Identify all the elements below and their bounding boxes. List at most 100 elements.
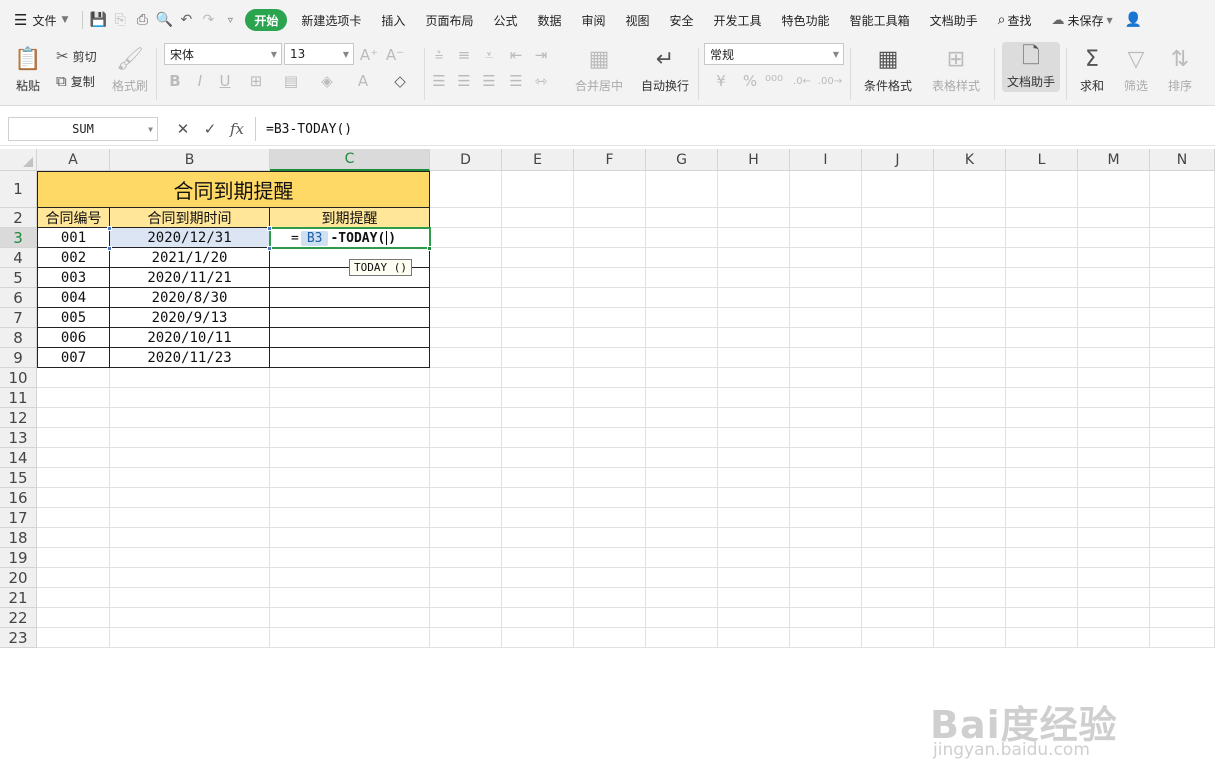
- row-header-16[interactable]: 16: [0, 488, 37, 508]
- column-header-d[interactable]: D: [430, 149, 502, 171]
- tab-formulas[interactable]: 公式: [483, 7, 527, 33]
- increase-font-button[interactable]: A⁺: [360, 45, 378, 65]
- spreadsheet-grid[interactable]: ABCDEFGHIJKLMN 1 2 3 4 5 6 7 8 9 10 11 12 13 14 15 16 17…: [0, 149, 1215, 760]
- contract-id-cell[interactable]: 004: [37, 288, 110, 308]
- decrease-font-button[interactable]: A⁻: [386, 45, 404, 65]
- align-bottom-button[interactable]: ⩡: [480, 45, 498, 65]
- increase-decimal-button[interactable]: .0←: [790, 71, 814, 91]
- sort-button[interactable]: ⇅ 排序: [1160, 44, 1200, 94]
- border-button[interactable]: ⊞: [243, 71, 269, 91]
- header-contract-id[interactable]: 合同编号: [37, 208, 110, 228]
- row-header-3[interactable]: 3: [0, 228, 37, 248]
- row-header-20[interactable]: 20: [0, 568, 37, 588]
- row-header-15[interactable]: 15: [0, 468, 37, 488]
- row-header-13[interactable]: 13: [0, 428, 37, 448]
- column-header-h[interactable]: H: [718, 149, 790, 171]
- expiry-date-cell[interactable]: 2020/12/31: [110, 228, 270, 248]
- number-format-select[interactable]: 常规 ▼: [704, 43, 844, 65]
- column-header-m[interactable]: M: [1078, 149, 1150, 171]
- decrease-decimal-button[interactable]: .00→: [818, 71, 842, 91]
- increase-indent-button[interactable]: ⇥: [532, 45, 550, 65]
- row-header-6[interactable]: 6: [0, 288, 37, 308]
- row-header-19[interactable]: 19: [0, 548, 37, 568]
- expiry-date-cell[interactable]: 2020/11/21: [110, 268, 270, 288]
- contract-id-cell[interactable]: 005: [37, 308, 110, 328]
- name-box[interactable]: SUM ▼: [8, 117, 158, 141]
- clear-button[interactable]: ◇: [386, 71, 414, 91]
- doc-assistant-button[interactable]: 🗋 文档助手: [1002, 42, 1060, 92]
- row-header-1[interactable]: 1: [0, 171, 37, 208]
- column-header-f[interactable]: F: [574, 149, 646, 171]
- tab-review[interactable]: 审阅: [571, 7, 615, 33]
- sheet-title[interactable]: 合同到期提醒: [37, 171, 430, 208]
- column-header-n[interactable]: N: [1150, 149, 1215, 171]
- contract-id-cell[interactable]: 003: [37, 268, 110, 288]
- confirm-icon[interactable]: ✓: [199, 118, 221, 140]
- row-header-18[interactable]: 18: [0, 528, 37, 548]
- file-menu[interactable]: ☰ 文件 ▼: [0, 7, 78, 33]
- column-header-c[interactable]: C: [270, 149, 430, 171]
- print-preview-icon[interactable]: 🔍: [153, 9, 175, 31]
- column-header-a[interactable]: A: [37, 149, 110, 171]
- header-expiry-date[interactable]: 合同到期时间: [110, 208, 270, 228]
- expiry-reminder-cell[interactable]: [270, 308, 430, 328]
- expiry-date-cell[interactable]: 2020/9/13: [110, 308, 270, 328]
- row-header-14[interactable]: 14: [0, 448, 37, 468]
- select-all-corner[interactable]: [0, 149, 37, 171]
- format-painter-button[interactable]: 🖌 格式刷: [108, 44, 152, 94]
- row-header-2[interactable]: 2: [0, 208, 37, 228]
- align-middle-button[interactable]: ≡: [455, 45, 473, 65]
- export-icon[interactable]: ⎘: [109, 9, 131, 31]
- paste-button[interactable]: 📋 粘贴: [8, 44, 48, 94]
- column-header-g[interactable]: G: [646, 149, 718, 171]
- bold-button[interactable]: B: [166, 71, 184, 91]
- expiry-date-cell[interactable]: 2020/8/30: [110, 288, 270, 308]
- row-header-12[interactable]: 12: [0, 408, 37, 428]
- row-header-17[interactable]: 17: [0, 508, 37, 528]
- expiry-date-cell[interactable]: 2021/1/20: [110, 248, 270, 268]
- formula-input[interactable]: =B3-TODAY(): [255, 117, 1215, 141]
- row-header-23[interactable]: 23: [0, 628, 37, 648]
- font-size-select[interactable]: 13 ▼: [284, 43, 354, 65]
- font-name-select[interactable]: 宋体 ▼: [164, 43, 282, 65]
- contract-id-cell[interactable]: 007: [37, 348, 110, 368]
- tab-page-layout[interactable]: 页面布局: [415, 7, 483, 33]
- reference-handle[interactable]: [107, 226, 112, 231]
- currency-button[interactable]: ¥: [708, 71, 734, 91]
- align-right-button[interactable]: ☰: [480, 71, 498, 91]
- column-header-l[interactable]: L: [1006, 149, 1078, 171]
- row-header-21[interactable]: 21: [0, 588, 37, 608]
- decrease-indent-button[interactable]: ⇤: [507, 45, 525, 65]
- justify-button[interactable]: ☰: [507, 71, 525, 91]
- search-button[interactable]: ⌕ 查找: [988, 7, 1042, 33]
- expiry-reminder-cell[interactable]: [270, 328, 430, 348]
- fill-handle[interactable]: [427, 246, 432, 251]
- row-header-8[interactable]: 8: [0, 328, 37, 348]
- editing-cell-c3[interactable]: = B3 -TODAY( ): [269, 227, 431, 249]
- row-header-7[interactable]: 7: [0, 308, 37, 328]
- contract-id-cell[interactable]: 006: [37, 328, 110, 348]
- wrap-text-button[interactable]: ↵ 自动换行: [638, 44, 692, 94]
- tab-developer[interactable]: 开发工具: [704, 7, 772, 33]
- redo-icon[interactable]: ↷: [197, 9, 219, 31]
- merge-center-button[interactable]: ▦ 合并居中: [566, 44, 632, 94]
- reference-handle[interactable]: [107, 246, 112, 251]
- copy-button[interactable]: ⧉ 复制: [56, 71, 95, 91]
- column-header-k[interactable]: K: [934, 149, 1006, 171]
- tab-doc-assistant[interactable]: 文档助手: [920, 7, 988, 33]
- tab-home[interactable]: 开始: [245, 9, 288, 31]
- percent-button[interactable]: %: [740, 71, 760, 91]
- row-header-9[interactable]: 9: [0, 348, 37, 368]
- cancel-icon[interactable]: ✕: [172, 118, 194, 140]
- row-header-5[interactable]: 5: [0, 268, 37, 288]
- fill-style-button[interactable]: ▤: [278, 71, 304, 91]
- align-left-button[interactable]: ☰: [430, 71, 448, 91]
- save-icon[interactable]: 💾: [87, 9, 109, 31]
- header-expiry-reminder[interactable]: 到期提醒: [270, 208, 430, 228]
- contract-id-cell[interactable]: 001: [37, 228, 110, 248]
- conditional-format-button[interactable]: ▦ 条件格式: [856, 44, 920, 94]
- tab-data[interactable]: 数据: [527, 7, 571, 33]
- font-color-button[interactable]: A: [350, 71, 376, 91]
- tab-special-features[interactable]: 特色功能: [772, 7, 840, 33]
- column-header-j[interactable]: J: [862, 149, 934, 171]
